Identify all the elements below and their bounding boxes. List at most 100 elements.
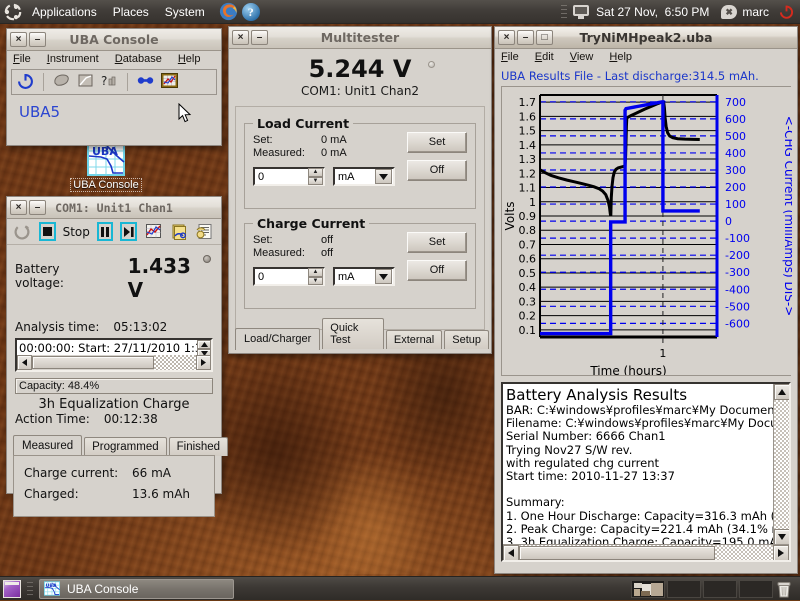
uba-console-window[interactable]: × – UBA Console FFileile Instrument Data…: [6, 28, 222, 146]
minimize-button[interactable]: –: [517, 30, 534, 45]
link-icon[interactable]: [136, 71, 155, 93]
chart-icon[interactable]: [76, 71, 95, 93]
menu-view[interactable]: View: [570, 51, 594, 63]
ubuntu-logo-icon[interactable]: [4, 3, 22, 21]
menu-applications[interactable]: Applications: [24, 0, 105, 24]
clock[interactable]: Sat 27 Nov, 6:50 PM: [596, 5, 709, 19]
workspace-4[interactable]: [739, 579, 773, 598]
stop-icon[interactable]: [39, 222, 56, 241]
scroll-left-icon[interactable]: [503, 544, 519, 560]
menu-instrument[interactable]: Instrument: [47, 53, 99, 65]
menu-places[interactable]: Places: [105, 0, 157, 24]
tab-quick-test[interactable]: Quick Test: [322, 318, 384, 349]
user-status-icon[interactable]: ✖: [721, 4, 738, 19]
scroll-up-icon[interactable]: [197, 340, 211, 349]
load-current-stepper[interactable]: ▲ ▼: [308, 168, 323, 185]
close-button[interactable]: ×: [232, 30, 249, 45]
scroll-right-icon[interactable]: [773, 544, 789, 560]
log-line[interactable]: 00:00:00: Start: 27/11/2010 1:37:09 P: [17, 340, 211, 356]
tab-finished[interactable]: Finished: [168, 437, 229, 456]
battery-icon[interactable]: [52, 71, 71, 93]
help-icon[interactable]: ?: [241, 2, 260, 21]
log-horizontal-scrollbar[interactable]: [17, 355, 211, 370]
refresh-icon[interactable]: [13, 222, 32, 241]
battery-chart[interactable]: 0.1 0.2 0.3 0.4 0.5 0.6 0.7 0.8 0.9 1 1.1 1.2 1.3 1.4…: [501, 86, 792, 376]
graph-icon[interactable]: [160, 71, 179, 93]
charge-current-stepper[interactable]: ▲ ▼: [308, 268, 323, 285]
charge-current-input[interactable]: 0: [255, 271, 308, 283]
results-horizontal-scrollbar[interactable]: [503, 544, 789, 560]
results-window[interactable]: × – □ TryNiMHpeak2.uba File Edit View He…: [494, 26, 798, 574]
chevron-down-icon[interactable]: [375, 269, 392, 284]
trash-icon[interactable]: [775, 579, 793, 598]
stepper-down-icon[interactable]: ▼: [308, 276, 323, 285]
stepper-up-icon[interactable]: ▲: [308, 168, 323, 177]
workspace-1[interactable]: [631, 579, 665, 598]
tab-setup[interactable]: Setup: [444, 330, 489, 349]
edit-program-icon[interactable]: [170, 222, 189, 241]
close-button[interactable]: ×: [498, 30, 515, 45]
load-off-button[interactable]: Off: [407, 160, 467, 181]
com1-unit1-chan1-window[interactable]: × – COM1: Unit1 Chan1 Stop Battery volta…: [6, 196, 229, 517]
scroll-up-icon[interactable]: [774, 384, 789, 400]
multitester-window[interactable]: × – Multitester 5.244 V COM1: Unit1 Chan…: [228, 26, 492, 354]
hscroll-thumb[interactable]: [32, 356, 154, 369]
power-icon[interactable]: [16, 71, 35, 93]
graph-icon[interactable]: [144, 222, 163, 241]
minimize-button[interactable]: –: [29, 200, 46, 215]
hscroll-track[interactable]: [154, 355, 196, 370]
username-label[interactable]: marc: [742, 5, 769, 19]
stepper-up-icon[interactable]: ▲: [308, 268, 323, 277]
results-vertical-scrollbar[interactable]: [773, 384, 789, 545]
firefox-icon[interactable]: [219, 2, 238, 21]
monitor-icon[interactable]: [573, 4, 590, 19]
workspace-2[interactable]: [667, 579, 701, 598]
load-current-spinner[interactable]: 0 ▲ ▼: [253, 167, 325, 186]
charge-off-button[interactable]: Off: [407, 260, 467, 281]
minimize-button[interactable]: –: [29, 32, 46, 47]
tab-programmed[interactable]: Programmed: [84, 437, 167, 456]
menu-file[interactable]: FFileile: [13, 53, 31, 65]
menu-help[interactable]: Help: [178, 53, 201, 65]
close-button[interactable]: ×: [10, 32, 27, 47]
step-icon[interactable]: [120, 222, 138, 241]
show-desktop-icon[interactable]: [3, 579, 21, 598]
load-set-button[interactable]: Set: [407, 132, 467, 153]
menu-system[interactable]: System: [157, 0, 213, 24]
load-unit-combo[interactable]: mA: [333, 167, 395, 186]
menu-edit[interactable]: Edit: [535, 51, 554, 63]
menu-file[interactable]: File: [501, 51, 519, 63]
menu-database[interactable]: Database: [115, 53, 162, 65]
scroll-left-icon[interactable]: [17, 355, 32, 370]
power-icon[interactable]: [779, 4, 794, 19]
question-icon[interactable]: ?: [100, 71, 119, 93]
analysis-results-textbox[interactable]: Battery Analysis Results BAR: C:¥windows…: [501, 382, 791, 562]
load-current-input[interactable]: 0: [255, 171, 308, 183]
taskbar-item-uba-console[interactable]: UBA UBA Console: [39, 578, 234, 599]
tab-external[interactable]: External: [385, 330, 443, 349]
close-button[interactable]: ×: [10, 200, 27, 215]
scroll-right-icon[interactable]: [196, 355, 211, 370]
tab-measured[interactable]: Measured: [13, 435, 83, 457]
chevron-down-icon[interactable]: [375, 169, 392, 184]
uba-console-titlebar[interactable]: × – UBA Console: [7, 29, 221, 51]
multitester-titlebar[interactable]: × – Multitester: [229, 27, 491, 49]
stepper-down-icon[interactable]: ▼: [308, 176, 323, 185]
menu-help[interactable]: Help: [609, 51, 632, 63]
charge-current-spinner[interactable]: 0 ▲ ▼: [253, 267, 325, 286]
results-titlebar[interactable]: × – □ TryNiMHpeak2.uba: [495, 27, 797, 49]
maximize-button[interactable]: □: [536, 30, 553, 45]
tab-load-charger[interactable]: Load/Charger: [235, 328, 321, 350]
scroll-down-icon[interactable]: [774, 529, 789, 545]
com1-titlebar[interactable]: × – COM1: Unit1 Chan1: [7, 197, 221, 219]
hscroll-thumb[interactable]: [519, 545, 715, 560]
workspace-3[interactable]: [703, 579, 737, 598]
charge-unit-combo[interactable]: mA: [333, 267, 395, 286]
minimize-button[interactable]: –: [251, 30, 268, 45]
event-log-listbox[interactable]: 00:00:00: Start: 27/11/2010 1:37:09 P: [15, 338, 213, 372]
report-icon[interactable]: [196, 222, 215, 241]
pause-icon[interactable]: [96, 222, 114, 241]
uba-console-desktop-icon[interactable]: UBA UBA Console: [62, 142, 150, 192]
workspace-switcher[interactable]: [631, 579, 796, 599]
charge-set-button[interactable]: Set: [407, 232, 467, 253]
